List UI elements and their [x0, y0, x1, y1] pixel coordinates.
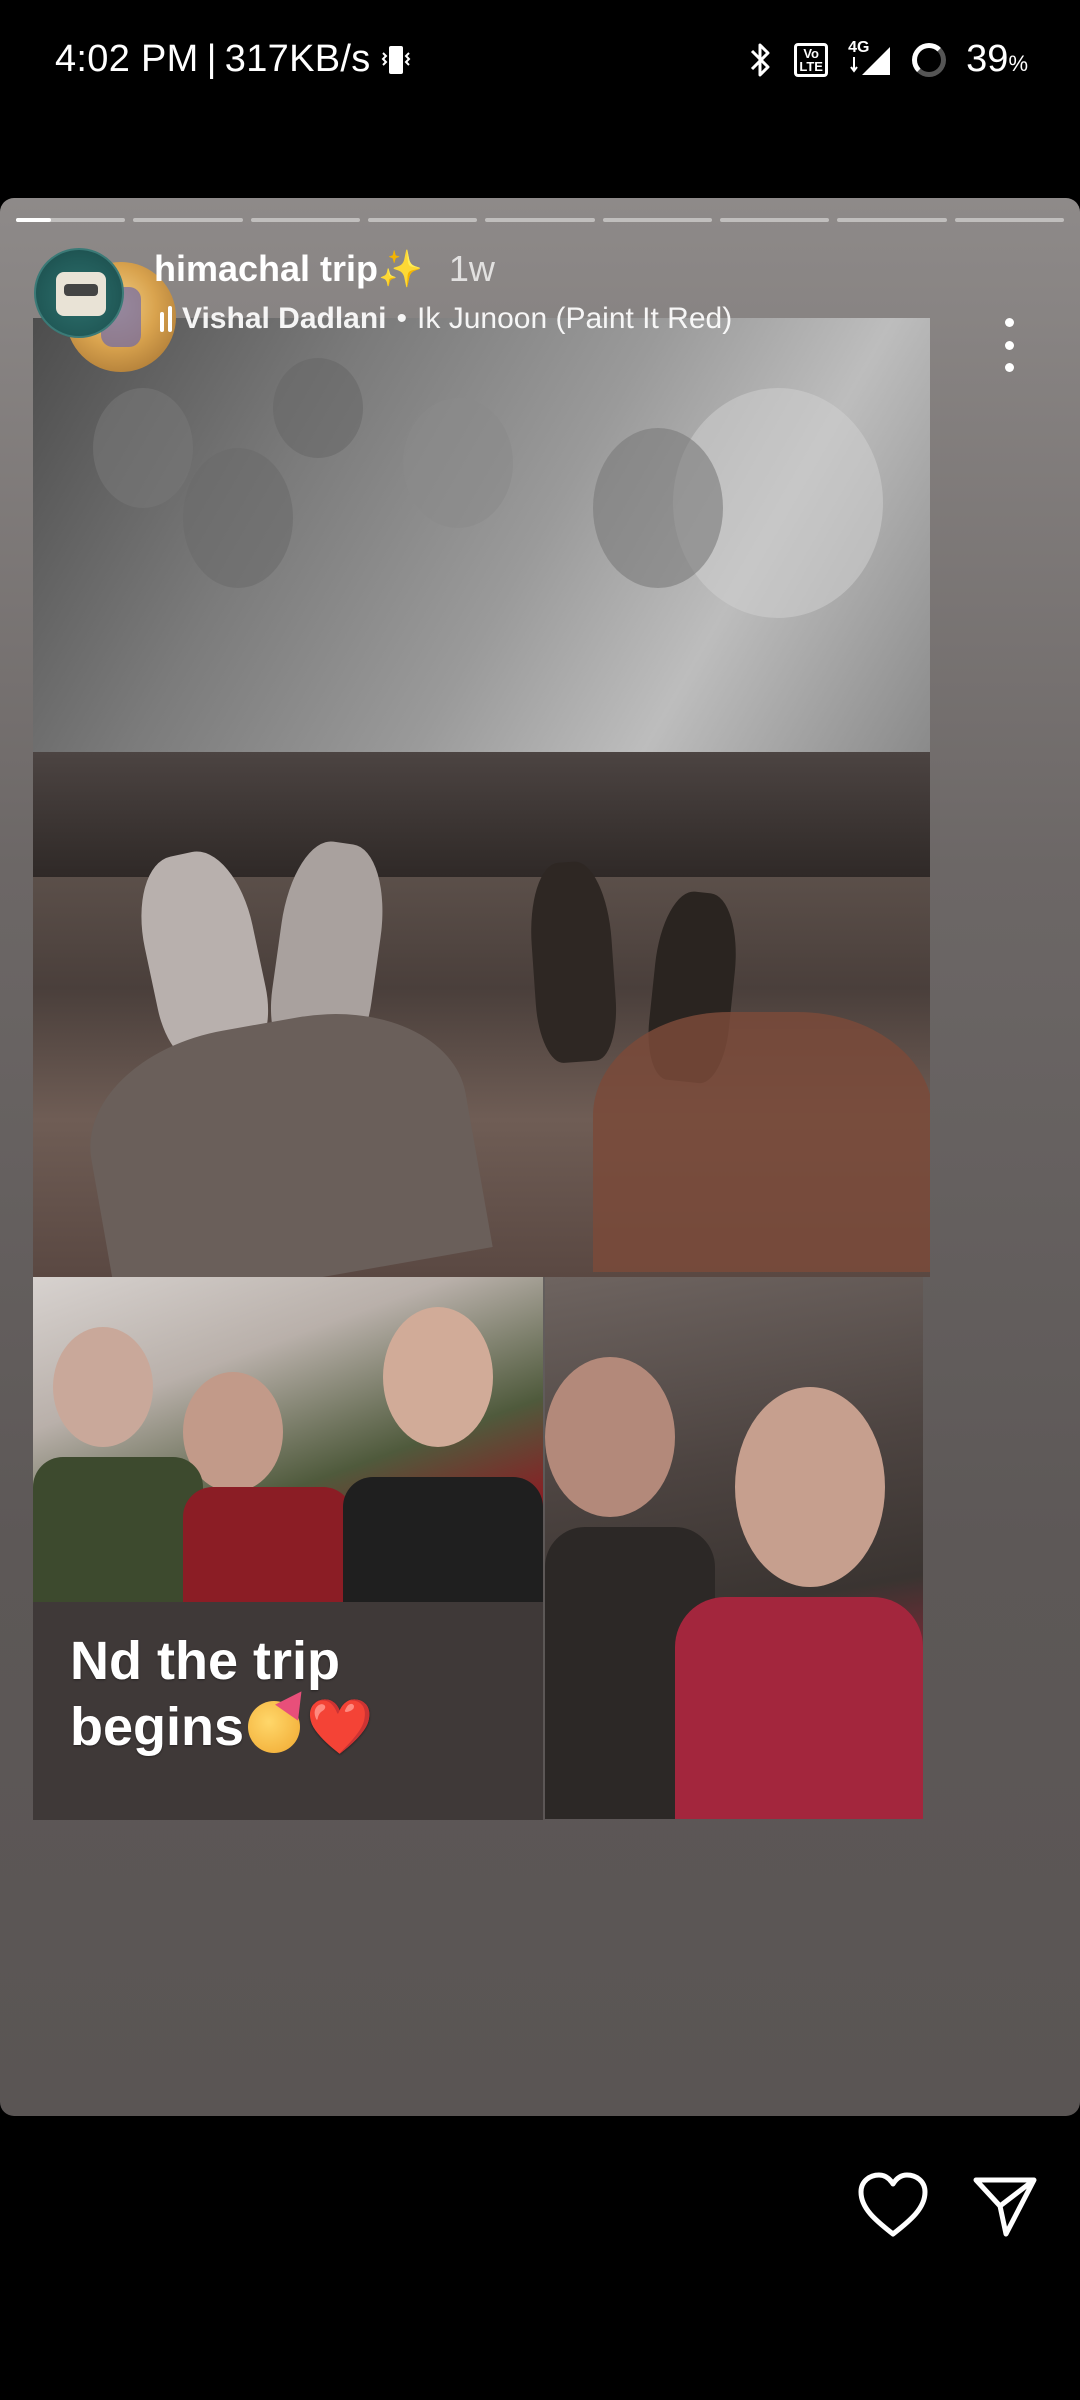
- progress-segment: [133, 218, 243, 222]
- caption-line-2: begins ❤️: [70, 1694, 490, 1760]
- status-speed: 317KB/s: [224, 38, 371, 80]
- music-artist: Vishal Dadlani: [182, 302, 387, 335]
- progress-segment: [954, 218, 1064, 222]
- battery-unit: %: [1008, 51, 1028, 76]
- story-photo-feet: [33, 752, 930, 1277]
- story-progress: [16, 218, 1064, 224]
- status-time: 4:02 PM: [55, 38, 199, 80]
- progress-segment: [837, 218, 947, 222]
- caption-line-1: Nd the trip: [70, 1631, 340, 1691]
- vibrate-icon: [379, 43, 413, 77]
- title-row: himachal trip✨ 1w: [154, 248, 495, 290]
- caption-word: begins: [70, 1697, 245, 1757]
- more-options-icon[interactable]: [994, 318, 1024, 372]
- party-face-emoji-icon: [248, 1701, 301, 1753]
- battery-level: 39%: [966, 38, 1028, 81]
- progress-segment: [250, 218, 360, 222]
- signal-icon: 4G: [848, 39, 892, 77]
- battery-icon: [912, 42, 947, 77]
- bluetooth-icon: [748, 41, 774, 79]
- story-viewer[interactable]: Nd the trip begins ❤️ himachal trip✨ 1w V…: [0, 198, 1080, 2116]
- progress-segment: [485, 218, 595, 222]
- avatar-primary: [34, 248, 124, 338]
- heart-emoji: ❤️: [306, 1697, 374, 1757]
- story-age: 1w: [448, 248, 495, 289]
- send-icon[interactable]: [970, 2170, 1040, 2240]
- music-track: Ik Junoon (Paint It Red): [417, 302, 733, 335]
- status-separator: |: [206, 38, 217, 80]
- music-bars-icon: [160, 306, 172, 332]
- music-separator: •: [396, 302, 408, 335]
- music-sticker[interactable]: Vishal Dadlani • Ik Junoon (Paint It Red…: [160, 302, 732, 336]
- volte-icon: Vo LTE: [794, 42, 829, 77]
- status-bar: 4:02 PM | 317KB/s Vo LTE 4G 39%: [0, 0, 1080, 125]
- story-photo-two-friends: [545, 1277, 923, 1819]
- progress-segment: [16, 218, 126, 222]
- heart-icon[interactable]: [855, 2170, 931, 2240]
- story-photo-group-selfie: [33, 318, 930, 752]
- story-title[interactable]: himachal trip✨: [154, 248, 423, 290]
- story-photo-three-friends: [33, 1277, 543, 1602]
- status-left: 4:02 PM | 317KB/s: [55, 38, 413, 81]
- story-caption: Nd the trip begins ❤️: [70, 1628, 490, 1760]
- progress-segment: [602, 218, 712, 222]
- progress-segment: [719, 218, 830, 222]
- progress-segment: [367, 218, 478, 222]
- status-right: Vo LTE 4G 39%: [748, 38, 1028, 81]
- story-header: himachal trip✨ 1w Vishal Dadlani • Ik Ju…: [34, 248, 1060, 378]
- battery-percent: 39: [966, 38, 1009, 80]
- progress-fill: [16, 218, 51, 222]
- bottom-bar: [0, 2116, 1080, 2400]
